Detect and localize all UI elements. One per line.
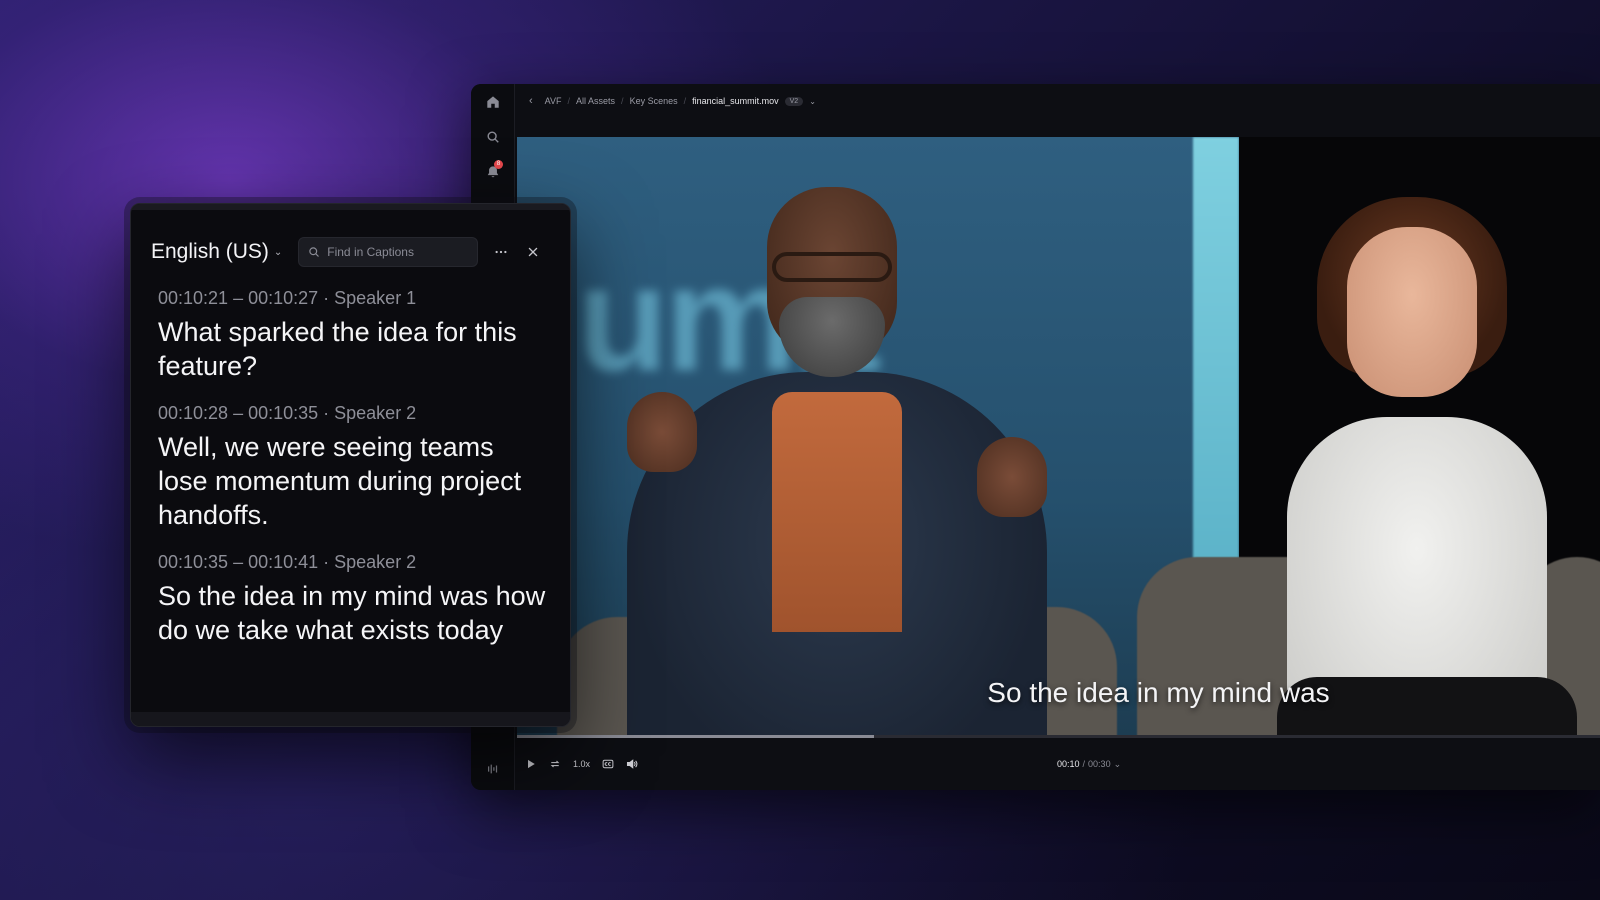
caption-list: 00:10:21 – 00:10:27 · Speaker 1 What spa… bbox=[158, 288, 550, 667]
home-icon[interactable] bbox=[483, 92, 503, 112]
timecode-chevron-down-icon[interactable]: ⌄ bbox=[1114, 759, 1122, 770]
video-review-window: 8 ‹ AVF / All Assets / Key Scenes / fina… bbox=[471, 84, 1600, 790]
version-badge[interactable]: V2 bbox=[784, 96, 804, 106]
breadcrumb-item-key-scenes[interactable]: Key Scenes bbox=[630, 96, 678, 106]
search-icon bbox=[309, 247, 320, 257]
breadcrumb-separator: / bbox=[567, 96, 571, 106]
language-label: English (US) bbox=[151, 240, 269, 263]
caption-item[interactable]: 00:10:21 – 00:10:27 · Speaker 1 What spa… bbox=[158, 288, 550, 383]
notification-badge: 8 bbox=[494, 160, 503, 169]
video-subtitle: So the idea in my mind was bbox=[987, 677, 1330, 708]
panel-bottom-edge bbox=[131, 712, 570, 726]
waveform-icon[interactable] bbox=[483, 759, 503, 779]
panel-top-edge bbox=[131, 204, 570, 210]
speaker-1-shirt bbox=[772, 392, 902, 632]
speaker-2-head bbox=[1347, 227, 1477, 397]
closed-captions-icon[interactable] bbox=[602, 758, 614, 770]
caption-search-input[interactable] bbox=[327, 245, 468, 259]
breadcrumb-item-avf[interactable]: AVF bbox=[545, 96, 562, 106]
caption-item[interactable]: 00:10:28 – 00:10:35 · Speaker 2 Well, we… bbox=[158, 403, 550, 532]
playback-speed-button[interactable]: 1.0x bbox=[573, 759, 590, 769]
breadcrumb-item-all-assets[interactable]: All Assets bbox=[576, 96, 615, 106]
captions-panel-header: English (US) ⌄ bbox=[151, 236, 552, 268]
back-chevron-icon[interactable]: ‹ bbox=[529, 95, 533, 107]
caption-item[interactable]: 00:10:35 – 00:10:41 · Speaker 2 So the i… bbox=[158, 552, 550, 647]
breadcrumb: ‹ AVF / All Assets / Key Scenes / financ… bbox=[515, 84, 1600, 118]
video-player[interactable]: umit So the idea in my mind was bbox=[517, 137, 1600, 735]
captions-panel: English (US) ⌄ 00:10:21 – 00:10:27 · Spe… bbox=[130, 203, 571, 727]
breadcrumb-separator: / bbox=[621, 96, 624, 106]
language-chevron-down-icon: ⌄ bbox=[273, 246, 283, 258]
duration: 00:30 bbox=[1088, 759, 1111, 769]
speaker-1-glasses bbox=[772, 252, 892, 282]
caption-meta: 00:10:21 – 00:10:27 · Speaker 1 bbox=[158, 288, 417, 308]
play-icon[interactable] bbox=[525, 758, 537, 770]
caption-text: So the idea in my mind was how do we tak… bbox=[158, 581, 546, 645]
close-icon[interactable] bbox=[522, 241, 544, 263]
caption-meta: 00:10:35 – 00:10:41 · Speaker 2 bbox=[158, 552, 417, 572]
bell-icon[interactable]: 8 bbox=[483, 160, 503, 182]
time-separator: / bbox=[1082, 759, 1086, 769]
speaker-1-right-hand bbox=[977, 437, 1047, 517]
timecode[interactable]: 00:10 / 00:30 ⌄ bbox=[1057, 738, 1121, 790]
search-icon[interactable] bbox=[483, 127, 503, 147]
version-chevron-down-icon[interactable]: ⌄ bbox=[809, 97, 816, 106]
current-time: 00:10 bbox=[1057, 759, 1080, 769]
caption-text: What sparked the idea for this feature? bbox=[158, 317, 517, 381]
language-selector[interactable]: English (US) ⌄ bbox=[151, 240, 282, 264]
caption-meta: 00:10:28 – 00:10:35 · Speaker 2 bbox=[158, 403, 417, 423]
caption-search[interactable] bbox=[298, 237, 479, 267]
volume-icon[interactable] bbox=[626, 758, 638, 770]
breadcrumb-current-file[interactable]: financial_summit.mov bbox=[692, 96, 779, 106]
loop-icon[interactable] bbox=[549, 758, 561, 770]
caption-text: Well, we were seeing teams lose momentum… bbox=[158, 432, 522, 530]
speaker-1-left-hand bbox=[627, 392, 697, 472]
player-controls: 1.0x 00:10 / 00:30 ⌄ bbox=[517, 738, 1600, 790]
more-options-icon[interactable] bbox=[490, 241, 512, 263]
breadcrumb-separator: / bbox=[683, 96, 687, 106]
